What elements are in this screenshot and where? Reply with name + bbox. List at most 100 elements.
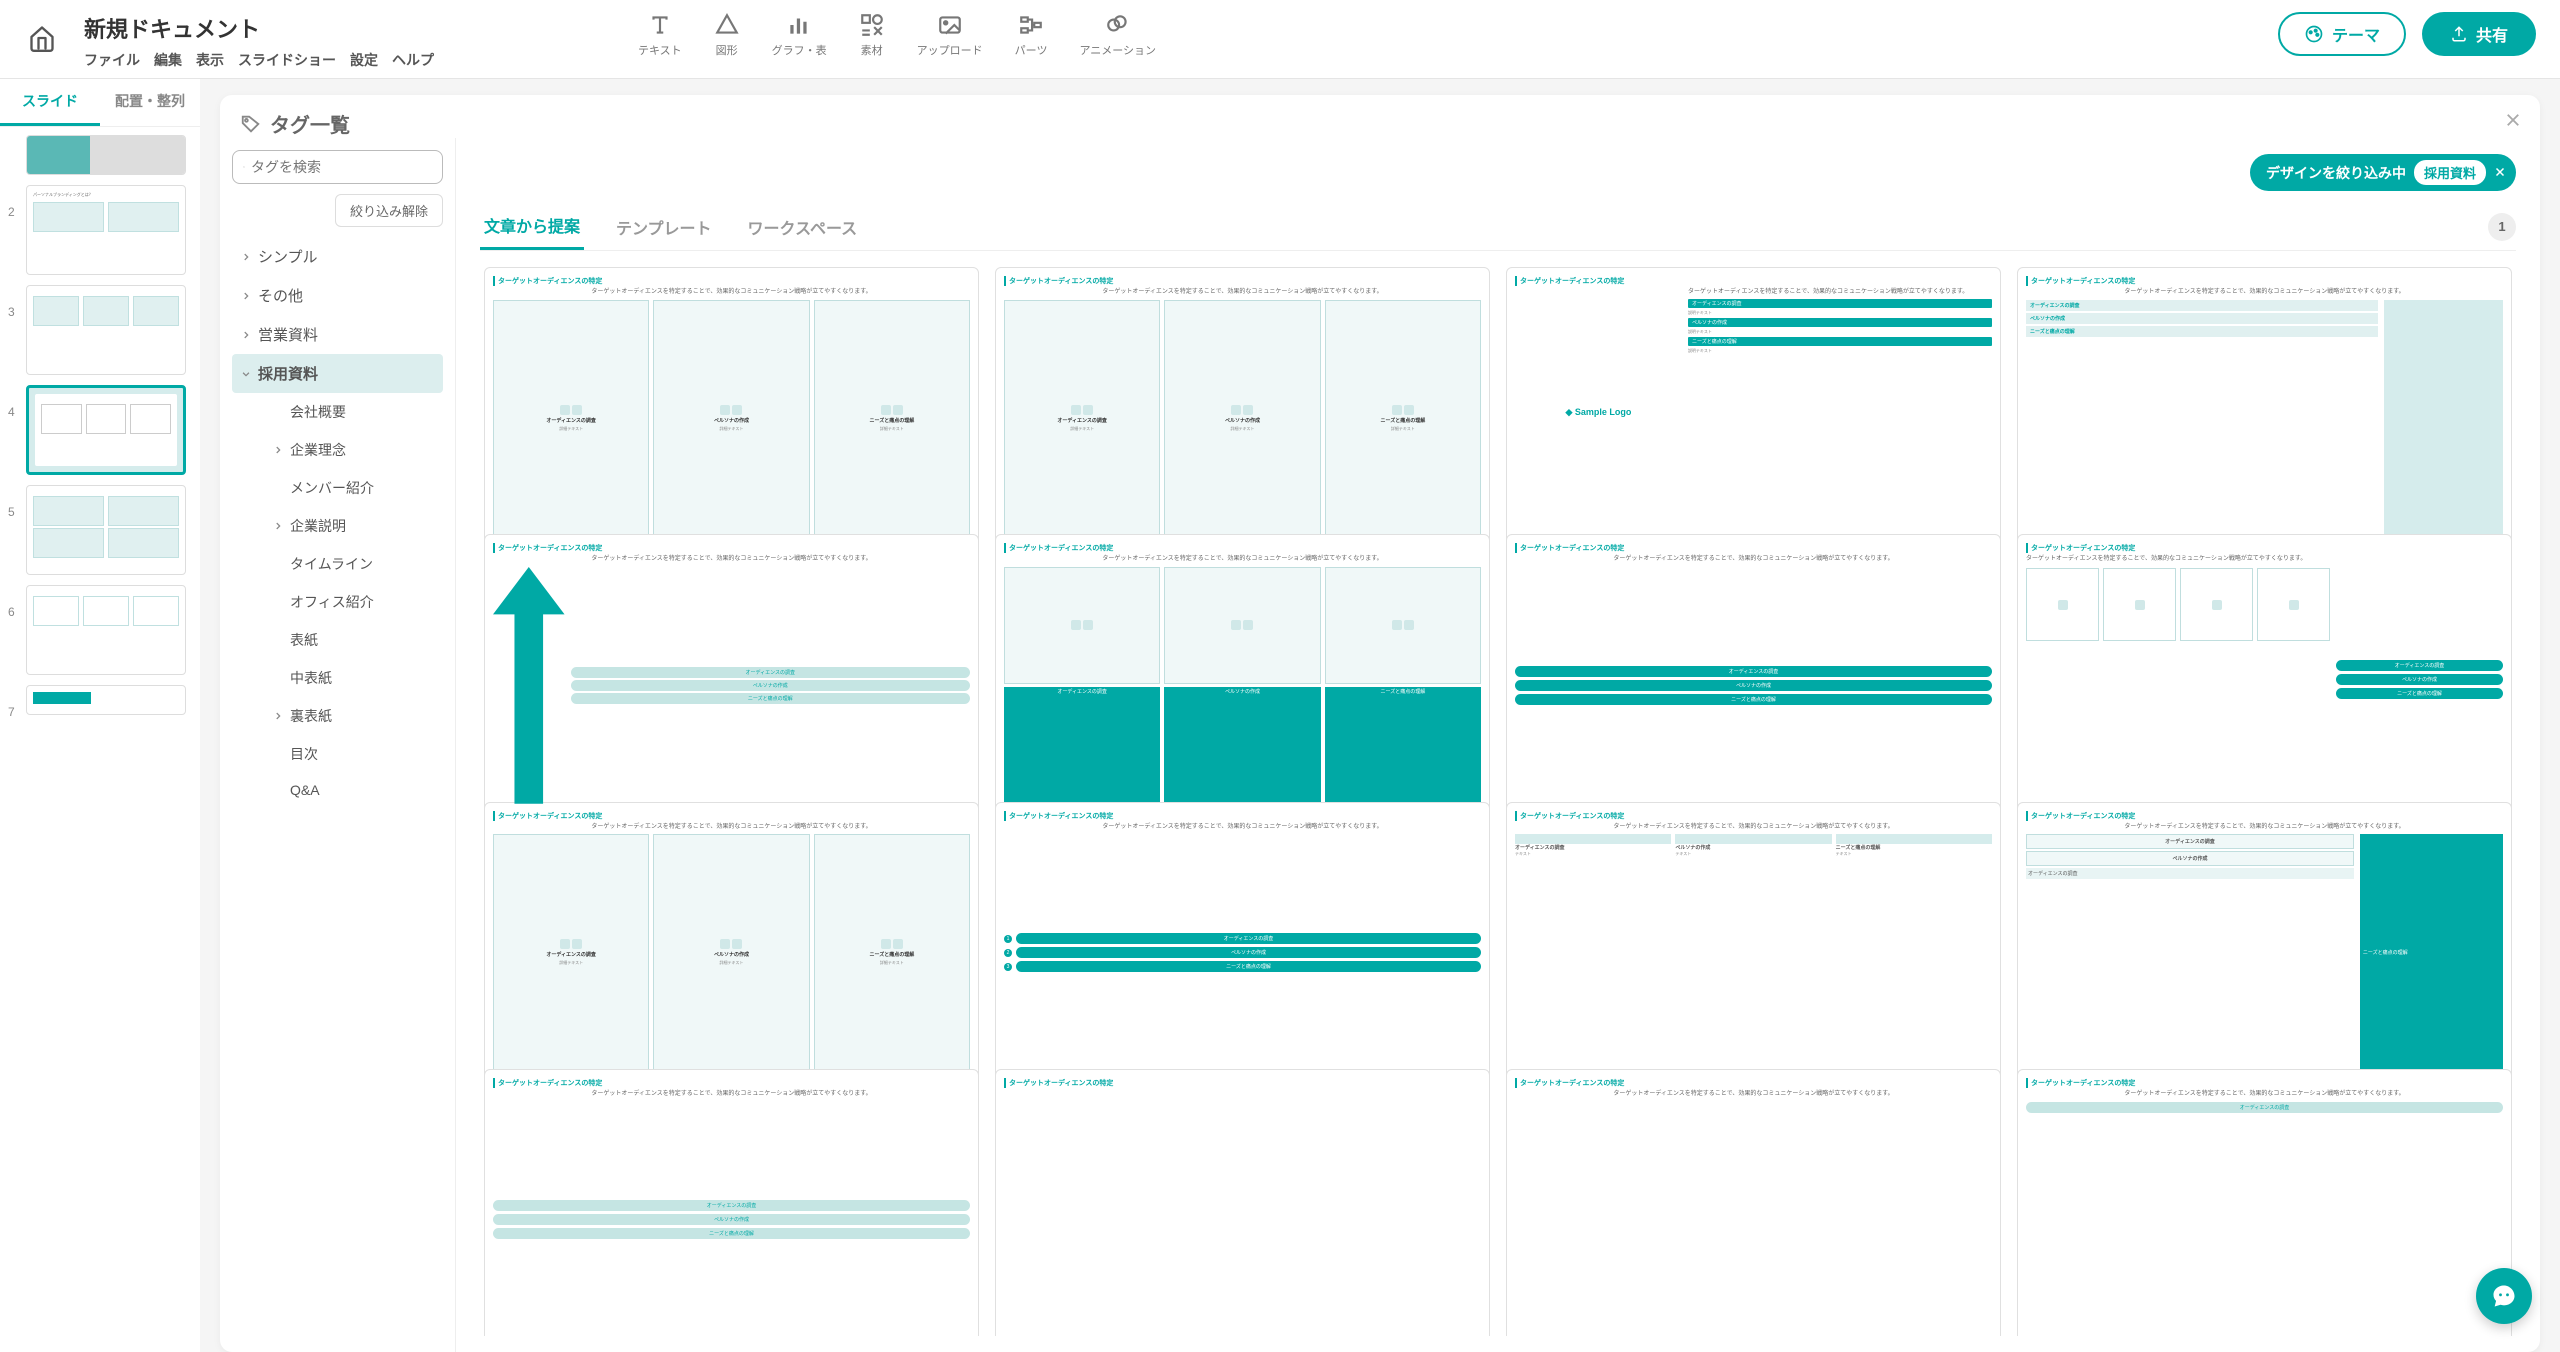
parts-icon xyxy=(1018,12,1044,38)
template-card[interactable]: ターゲットオーディエンスの特定ターゲットオーディエンスを特定することで、効果的な… xyxy=(2017,267,2512,545)
tag-item-child[interactable]: オフィス紹介 xyxy=(232,583,443,621)
clear-filter-button[interactable]: 絞り込み解除 xyxy=(335,194,443,227)
menu-bar: ファイル 編集 表示 スライドショー 設定 ヘルプ xyxy=(84,50,434,70)
menu-help[interactable]: ヘルプ xyxy=(392,50,434,70)
chevron-right-icon xyxy=(272,710,284,722)
tag-item[interactable]: その他 xyxy=(232,276,443,315)
template-card[interactable]: ターゲットオーディエンスの特定 xyxy=(995,1069,1490,1336)
close-button[interactable] xyxy=(2504,109,2522,135)
template-card[interactable]: ターゲットオーディエンスの特定ターゲットオーディエンスを特定することで、効果的な… xyxy=(995,534,1490,812)
template-card[interactable]: ターゲットオーディエンスの特定ターゲットオーディエンスを特定することで、効果的な… xyxy=(1506,534,2001,812)
menu-file[interactable]: ファイル xyxy=(84,50,140,70)
tag-item[interactable]: 営業資料 xyxy=(232,315,443,354)
template-card[interactable]: ターゲットオーディエンスの特定ターゲットオーディエンスを特定することで、効果的な… xyxy=(484,534,979,812)
filter-chip: デザインを絞り込み中 採用資料 xyxy=(2250,154,2516,191)
home-button[interactable] xyxy=(24,20,60,56)
tag-item-child[interactable]: タイムライン xyxy=(232,545,443,583)
share-button[interactable]: 共有 xyxy=(2422,12,2536,56)
slide-thumb-4[interactable] xyxy=(26,385,186,475)
chevron-down-icon xyxy=(240,368,252,380)
template-card[interactable]: ターゲットオーディエンスの特定ターゲットオーディエンスを特定することで、効果的な… xyxy=(484,1069,979,1336)
slide-thumb-2[interactable]: パーソナルブランディングとは？ xyxy=(26,185,186,275)
chevron-right-icon xyxy=(240,290,252,302)
template-card[interactable]: ターゲットオーディエンスの特定◆ Sample Logoターゲットオーディエンス… xyxy=(1506,267,2001,545)
tag-list: シンプルその他営業資料採用資料会社概要企業理念メンバー紹介企業説明タイムラインオ… xyxy=(232,237,443,807)
template-content: デザインを絞り込み中 採用資料 文章から提案 テンプレート ワークスペース 1 xyxy=(456,138,2540,1352)
panel-title: タグ一覧 xyxy=(240,109,350,138)
template-card[interactable]: ターゲットオーディエンスの特定ターゲットオーディエンスを特定することで、効果的な… xyxy=(1506,802,2001,1080)
share-icon xyxy=(2450,25,2468,43)
text-icon xyxy=(647,12,673,38)
chart-icon xyxy=(786,12,812,38)
tag-search[interactable] xyxy=(232,150,443,184)
filter-chip-tag: 採用資料 xyxy=(2414,160,2486,185)
tool-shape[interactable]: 図形 xyxy=(714,12,740,58)
tag-item-child[interactable]: 目次 xyxy=(232,735,443,773)
slide-sidebar: スライド 配置・整列 2パーソナルブランディングとは？ 3 4 5 6 7 xyxy=(0,79,200,1352)
template-card[interactable]: ターゲットオーディエンスの特定ターゲットオーディエンスを特定することで、効果的な… xyxy=(2017,534,2512,812)
count-badge: 1 xyxy=(2488,213,2516,241)
chevron-right-icon xyxy=(272,444,284,456)
template-card[interactable]: ターゲットオーディエンスの特定ターゲットオーディエンスを特定することで、効果的な… xyxy=(995,267,1490,545)
tool-text[interactable]: テキスト xyxy=(638,12,682,58)
tag-item-child[interactable]: 企業説明 xyxy=(232,507,443,545)
tag-item-child[interactable]: 会社概要 xyxy=(232,393,443,431)
tag-item-child[interactable]: 表紙 xyxy=(232,621,443,659)
tag-search-input[interactable] xyxy=(251,159,432,175)
tag-icon xyxy=(240,113,262,135)
toolbar: テキスト 図形 グラフ・表 素材 アップロード パーツ xyxy=(638,12,1156,58)
chevron-right-icon xyxy=(272,520,284,532)
tool-parts[interactable]: パーツ xyxy=(1015,12,1048,58)
template-card[interactable]: ターゲットオーディエンスの特定ターゲットオーディエンスを特定することで、効果的な… xyxy=(2017,1069,2512,1336)
tool-upload[interactable]: アップロード xyxy=(917,12,983,58)
tab-workspace[interactable]: ワークスペース xyxy=(744,205,862,249)
slide-thumb-6[interactable] xyxy=(26,585,186,675)
close-icon xyxy=(2504,111,2522,129)
palette-icon xyxy=(2304,24,2324,44)
slide-thumb-3[interactable] xyxy=(26,285,186,375)
template-card[interactable]: ターゲットオーディエンスの特定ターゲットオーディエンスを特定することで、効果的な… xyxy=(484,802,979,1080)
chevron-right-icon xyxy=(240,329,252,341)
content-tabs: 文章から提案 テンプレート ワークスペース 1 xyxy=(480,203,2516,251)
template-card[interactable]: ターゲットオーディエンスの特定ターゲットオーディエンスを特定することで、効果的な… xyxy=(995,802,1490,1080)
menu-slideshow[interactable]: スライドショー xyxy=(238,50,336,70)
slide-thumb-5[interactable] xyxy=(26,485,186,575)
chat-icon xyxy=(2490,1282,2518,1310)
assets-icon xyxy=(859,12,885,38)
template-card[interactable]: ターゲットオーディエンスの特定ターゲットオーディエンスを特定することで、効果的な… xyxy=(484,267,979,545)
slide-thumb-7[interactable] xyxy=(26,685,186,715)
tag-panel: タグ一覧 絞り込み解除 シンプルその他営業資料採用資料会社概要企業理念メンバー紹… xyxy=(220,95,2540,1352)
menu-settings[interactable]: 設定 xyxy=(350,50,378,70)
tag-item-child[interactable]: 中表紙 xyxy=(232,659,443,697)
search-icon xyxy=(243,159,245,175)
menu-edit[interactable]: 編集 xyxy=(154,50,182,70)
chevron-right-icon xyxy=(240,251,252,263)
tab-template[interactable]: テンプレート xyxy=(612,205,716,249)
tag-item-child[interactable]: メンバー紹介 xyxy=(232,469,443,507)
filter-chip-close[interactable] xyxy=(2494,165,2506,181)
slide-thumbnails[interactable]: 2パーソナルブランディングとは？ 3 4 5 6 7 xyxy=(0,127,200,1352)
tab-suggest[interactable]: 文章から提案 xyxy=(480,203,584,250)
tag-sidebar: 絞り込み解除 シンプルその他営業資料採用資料会社概要企業理念メンバー紹介企業説明… xyxy=(220,138,456,1352)
tag-item-child[interactable]: Q&A xyxy=(232,773,443,807)
tag-item-child[interactable]: 裏表紙 xyxy=(232,697,443,735)
template-card[interactable]: ターゲットオーディエンスの特定ターゲットオーディエンスを特定することで、効果的な… xyxy=(2017,802,2512,1080)
tag-item[interactable]: シンプル xyxy=(232,237,443,276)
home-icon xyxy=(28,24,56,52)
document-title[interactable]: 新規ドキュメント xyxy=(84,12,434,44)
tool-chart[interactable]: グラフ・表 xyxy=(772,12,827,58)
template-grid[interactable]: ターゲットオーディエンスの特定ターゲットオーディエンスを特定することで、効果的な… xyxy=(480,251,2516,1336)
upload-icon xyxy=(937,12,963,38)
tool-animation[interactable]: アニメーション xyxy=(1079,12,1156,58)
tag-item[interactable]: 採用資料 xyxy=(232,354,443,393)
sidebar-tab-slides[interactable]: スライド xyxy=(0,79,100,126)
theme-button[interactable]: テーマ xyxy=(2278,12,2406,56)
close-icon xyxy=(2494,166,2506,178)
tool-assets[interactable]: 素材 xyxy=(859,12,885,58)
tag-item-child[interactable]: 企業理念 xyxy=(232,431,443,469)
slide-thumb-1[interactable] xyxy=(26,135,186,175)
menu-view[interactable]: 表示 xyxy=(196,50,224,70)
sidebar-tab-arrange[interactable]: 配置・整列 xyxy=(100,79,200,126)
template-card[interactable]: ターゲットオーディエンスの特定ターゲットオーディエンスを特定することで、効果的な… xyxy=(1506,1069,2001,1336)
chat-button[interactable] xyxy=(2476,1268,2532,1324)
